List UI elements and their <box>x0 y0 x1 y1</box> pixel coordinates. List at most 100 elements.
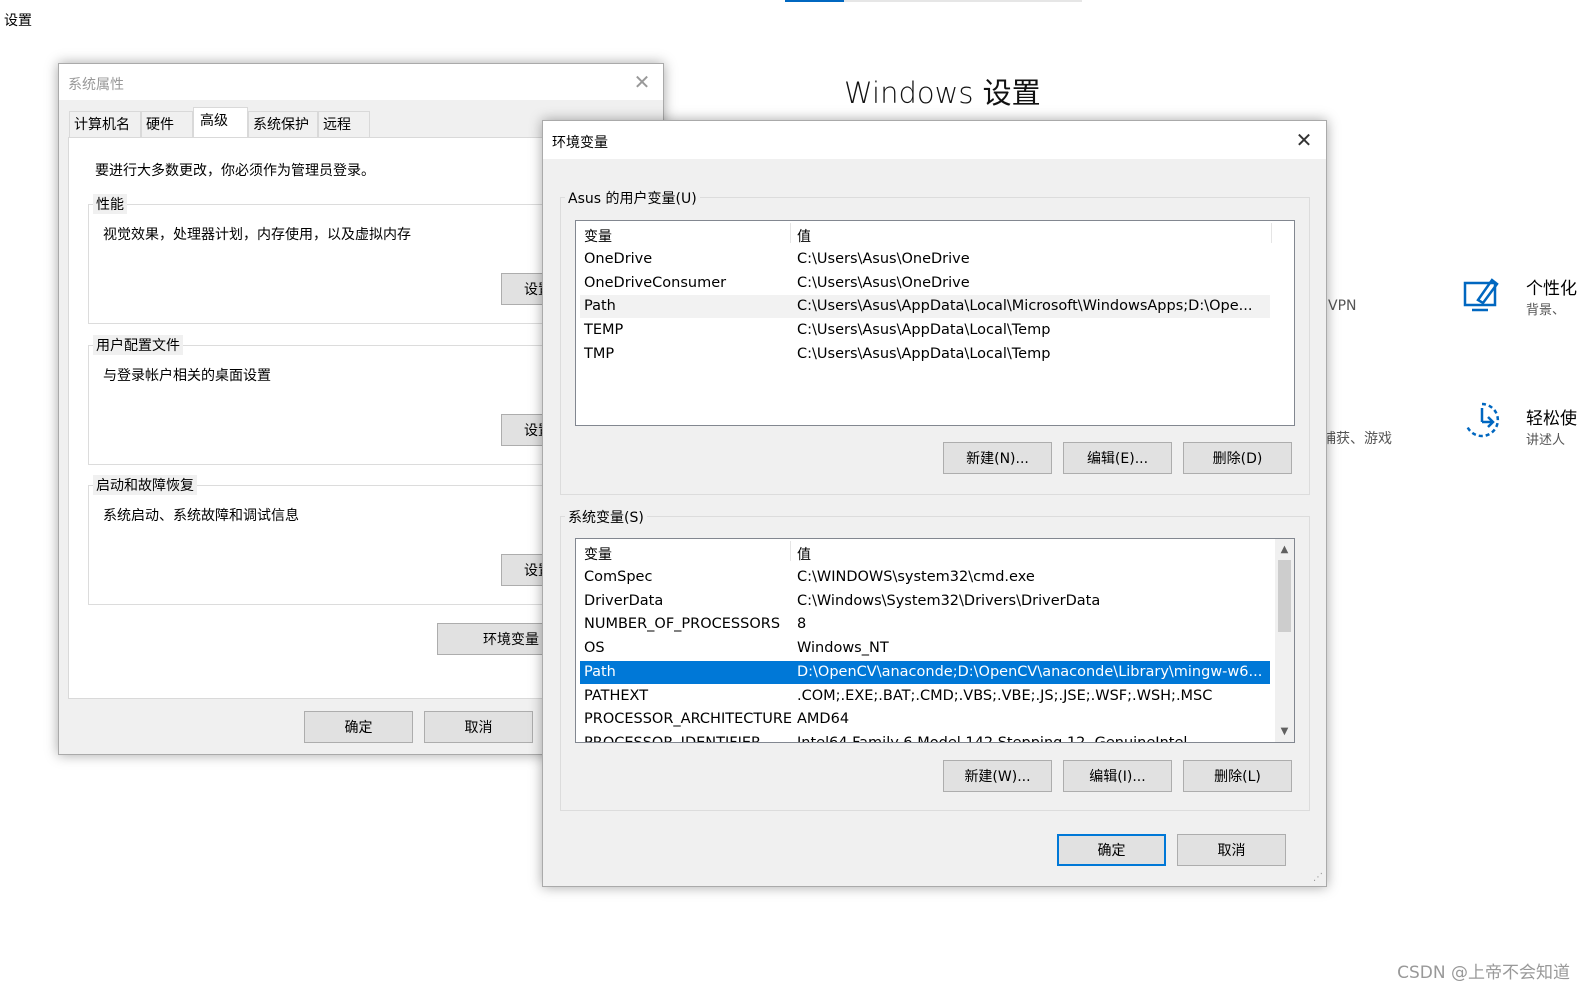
table-row[interactable]: PROCESSOR_ARCHITECTURE AMD64 <box>580 708 1270 731</box>
user-profiles-label: 用户配置文件 <box>93 335 183 355</box>
table-row[interactable]: PROCESSOR_IDENTIFIER Intel64 Family 6 Mod… <box>580 732 1270 743</box>
variable-name: PROCESSOR_ARCHITECTURE <box>584 711 793 728</box>
close-icon[interactable]: ✕ <box>1292 128 1316 152</box>
column-separator <box>790 223 791 243</box>
variable-name: TMP <box>584 345 615 362</box>
ease-of-access-category[interactable] <box>1462 400 1502 444</box>
env-vars-titlebar <box>543 121 1326 159</box>
table-row[interactable]: TMP C:\Users\Asus\AppData\Local\Temp <box>580 343 1270 366</box>
variable-name: PATHEXT <box>584 687 649 704</box>
variable-value: .COM;.EXE;.BAT;.CMD;.VBS;.VBE;.JS;.JSE;.… <box>797 687 1213 704</box>
tab-computer-name[interactable]: 计算机名 <box>69 111 141 137</box>
personalization-desc: 背景、 <box>1526 303 1566 318</box>
env-vars-cancel-button[interactable]: 取消 <box>1177 834 1286 866</box>
performance-desc: 视觉效果，处理器计划，内存使用，以及虚拟内存 <box>103 227 411 243</box>
startup-recovery-label: 启动和故障恢复 <box>93 475 197 495</box>
personalization-title[interactable]: 个性化 <box>1526 274 1577 299</box>
sys-props-ok-button[interactable]: 确定 <box>304 711 413 743</box>
personalization-icon <box>1463 278 1499 312</box>
system-edit-button[interactable]: 编辑(I)... <box>1063 760 1172 792</box>
personalization-category[interactable] <box>1462 274 1502 318</box>
table-row[interactable]: ComSpec C:\WINDOWS\system32\cmd.exe <box>580 566 1270 589</box>
ease-of-access-title[interactable]: 轻松使 <box>1526 404 1577 429</box>
startup-recovery-desc: 系统启动、系统故障和调试信息 <box>103 508 299 524</box>
table-row[interactable]: DriverData C:\Windows\System32\Drivers\Dr… <box>580 590 1270 613</box>
sys-props-cancel-button[interactable]: 取消 <box>424 711 533 743</box>
variable-name: OS <box>584 640 605 657</box>
performance-group <box>88 204 560 324</box>
column-header-value[interactable]: 值 <box>797 544 811 564</box>
table-row[interactable]: PATHEXT .COM;.EXE;.BAT;.CMD;.VBS;.VBE;.JS… <box>580 685 1270 708</box>
user-profiles-group <box>88 345 560 465</box>
table-row[interactable]: Path D:\OpenCV\anaconde;D:\OpenCV\anacond… <box>580 660 1270 684</box>
system-list-header: 变量 值 <box>576 539 1294 563</box>
scroll-up-icon[interactable]: ▲ <box>1275 541 1294 558</box>
column-header-value[interactable]: 值 <box>797 226 811 246</box>
user-list-header: 变量 值 <box>576 221 1294 245</box>
tab-hardware[interactable]: 硬件 <box>141 111 193 137</box>
variable-name: PROCESSOR_IDENTIFIER <box>584 734 762 743</box>
column-header-variable[interactable]: 变量 <box>584 544 612 564</box>
loading-progress-bar <box>785 0 1082 2</box>
variable-value: C:\Windows\System32\Drivers\DriverData <box>797 592 1101 609</box>
settings-window-title: 设置 <box>4 13 32 29</box>
close-icon[interactable]: ✕ <box>630 70 654 94</box>
table-row[interactable]: OneDriveConsumer C:\Users\Asus\OneDrive <box>580 272 1270 295</box>
table-row[interactable]: Path C:\Users\Asus\AppData\Local\Microsof… <box>580 295 1270 319</box>
variable-value: Intel64 Family 6 Model 142 Stepping 12, … <box>797 734 1188 743</box>
system-properties-titlebar <box>59 64 663 100</box>
variable-value: 8 <box>797 616 807 633</box>
resize-grip-icon[interactable]: ⋰ <box>1313 872 1323 883</box>
variable-value: C:\WINDOWS\system32\cmd.exe <box>797 569 1035 585</box>
variable-name: OneDrive <box>584 251 653 267</box>
variable-name: Path <box>584 663 616 680</box>
user-variables-list[interactable]: 变量 值 OneDrive C:\Users\Asus\OneDrive OneDr… <box>575 220 1295 426</box>
env-vars-title: 环境变量 <box>552 135 608 151</box>
table-row[interactable]: OS Windows_NT <box>580 637 1270 660</box>
variable-value: Windows_NT <box>797 640 889 657</box>
variable-value: AMD64 <box>797 711 850 728</box>
system-new-button[interactable]: 新建(W)... <box>943 760 1052 792</box>
network-category-partial-desc: VPN <box>1328 298 1357 314</box>
performance-label: 性能 <box>93 194 127 214</box>
loading-progress-fill <box>785 0 845 2</box>
variable-name: OneDriveConsumer <box>584 274 727 291</box>
table-row[interactable]: OneDrive C:\Users\Asus\OneDrive <box>580 248 1270 271</box>
column-separator <box>790 541 791 561</box>
column-header-variable[interactable]: 变量 <box>584 226 612 246</box>
user-variables-label: Asus 的用户变量(U) <box>565 188 700 208</box>
variable-name: Path <box>584 298 616 315</box>
user-new-button[interactable]: 新建(N)... <box>943 442 1052 474</box>
column-separator <box>1271 223 1272 243</box>
scroll-down-icon[interactable]: ▼ <box>1275 723 1294 740</box>
tab-remote[interactable]: 远程 <box>318 111 370 137</box>
user-delete-button[interactable]: 删除(D) <box>1183 442 1292 474</box>
startup-recovery-group <box>88 485 560 605</box>
tab-system-protection[interactable]: 系统保护 <box>248 111 318 137</box>
user-edit-button[interactable]: 编辑(E)... <box>1063 442 1172 474</box>
admin-notice: 要进行大多数更改，你必须作为管理员登录。 <box>95 163 375 179</box>
system-delete-button[interactable]: 删除(L) <box>1183 760 1292 792</box>
scrollbar-thumb[interactable] <box>1278 560 1291 632</box>
env-vars-ok-button[interactable]: 确定 <box>1057 834 1166 866</box>
variable-name: TEMP <box>584 322 624 339</box>
variable-name: DriverData <box>584 592 664 609</box>
ease-of-access-desc: 讲述人 <box>1526 433 1566 448</box>
system-variables-label: 系统变量(S) <box>565 507 647 527</box>
system-list-scrollbar[interactable]: ▲ ▼ <box>1275 539 1294 742</box>
variable-value: C:\Users\Asus\AppData\Local\Microsoft\Wi… <box>797 298 1253 315</box>
variable-value: C:\Users\Asus\AppData\Local\Temp <box>797 322 1051 339</box>
table-row[interactable]: NUMBER_OF_PROCESSORS 8 <box>580 613 1270 636</box>
tab-advanced[interactable]: 高级 <box>193 107 248 138</box>
settings-heading: Windows 设置 <box>844 76 1041 110</box>
ease-of-access-icon <box>1465 402 1500 438</box>
system-variables-list[interactable]: 变量 值 ComSpec C:\WINDOWS\system32\cmd.exe D… <box>575 538 1295 743</box>
system-properties-title: 系统属性 <box>68 77 124 93</box>
watermark: CSDN @上帝不会知道 <box>1397 963 1570 983</box>
variable-value: C:\Users\Asus\AppData\Local\Temp <box>797 345 1051 362</box>
gaming-category-partial-desc: 捕获、游戏 <box>1322 431 1392 447</box>
table-row[interactable]: TEMP C:\Users\Asus\AppData\Local\Temp <box>580 319 1270 342</box>
variable-name: ComSpec <box>584 569 653 585</box>
variable-value: D:\OpenCV\anaconde;D:\OpenCV\anaconde\Li… <box>797 663 1263 680</box>
variable-value: C:\Users\Asus\OneDrive <box>797 274 970 291</box>
